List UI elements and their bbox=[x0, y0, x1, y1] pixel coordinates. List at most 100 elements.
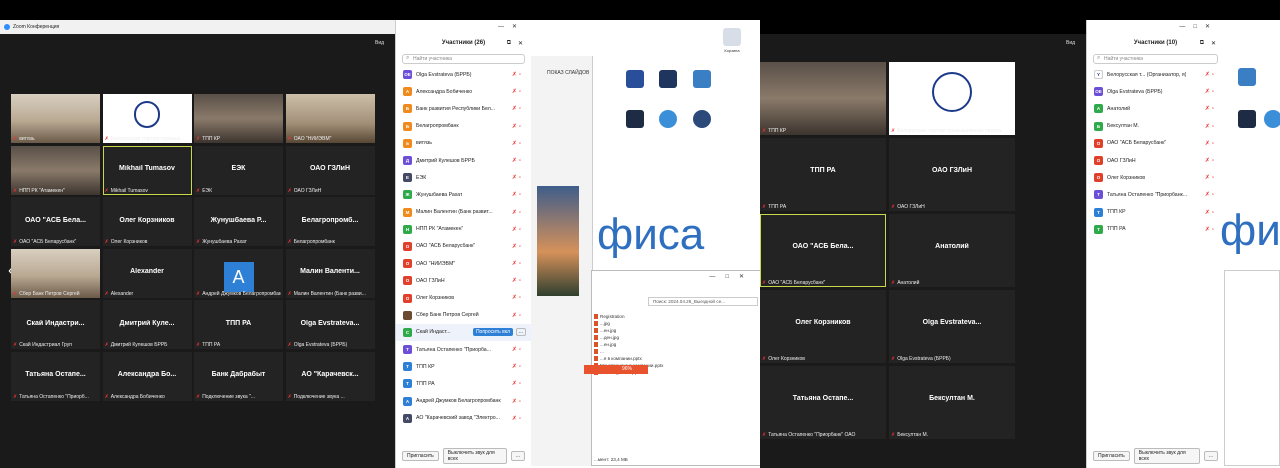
invite-button[interactable]: Пригласить bbox=[402, 451, 439, 461]
participant-row[interactable]: Сбер Банк Петров Сергей ✗▫ bbox=[396, 307, 531, 324]
participant-row[interactable]: Т ТПП РА ✗▫ bbox=[1087, 221, 1224, 238]
video-tile[interactable]: Анатолий ✗ Анатолий bbox=[889, 214, 1015, 287]
participant-row[interactable]: Y Белорусская т... (Организатор, я) ✗▫ bbox=[1087, 66, 1224, 83]
participant-row[interactable]: О ОАО ГЗЛиН ✗▫ bbox=[396, 272, 531, 289]
close-icon-right[interactable]: ✕ bbox=[1211, 40, 1216, 47]
desktop-icon-far-3[interactable] bbox=[1264, 110, 1280, 128]
connection-icon[interactable] bbox=[693, 70, 711, 88]
video-tile[interactable]: ✗ Белорусская торгово-промышленная палата bbox=[889, 62, 1015, 135]
recycle-bin-icon[interactable] bbox=[723, 28, 741, 46]
muted-mic-camera-icon[interactable]: ✗▫ bbox=[512, 191, 523, 198]
participant-row[interactable]: OE Olga Evstrateva (БРРБ) ✗▫ bbox=[396, 66, 531, 83]
video-tile[interactable]: Mikhail Tumasov ✗ Mikhail Tumasov bbox=[102, 145, 192, 195]
video-tile[interactable]: Alexander ✗ Alexander bbox=[102, 248, 192, 298]
more-button-right[interactable]: ... bbox=[1203, 451, 1218, 461]
muted-mic-camera-icon[interactable]: ✗▫ bbox=[512, 174, 523, 181]
muted-mic-camera-icon[interactable]: ✗▫ bbox=[1205, 71, 1216, 78]
muted-mic-camera-icon[interactable]: ✗▫ bbox=[512, 140, 523, 147]
video-tile[interactable]: ✗ Белорусская торгово-промыш... bbox=[102, 94, 192, 143]
participant-row[interactable]: О ОАО "НИИЭВМ" ✗▫ bbox=[396, 255, 531, 272]
muted-mic-camera-icon[interactable]: ✗▫ bbox=[512, 226, 523, 233]
view-button[interactable]: Вид bbox=[375, 40, 384, 46]
participant-more-button[interactable]: ... bbox=[515, 327, 526, 336]
muted-mic-camera-icon[interactable]: ✗▫ bbox=[512, 123, 523, 130]
video-tile[interactable]: ✗ НПП РК "Атамекен" bbox=[11, 145, 100, 195]
video-tile[interactable]: ✗ ТПП КР bbox=[760, 62, 886, 135]
desktop-icon-far-1[interactable] bbox=[1238, 68, 1256, 86]
participant-row[interactable]: Д Дмитрий Кулешов БРРБ ✗▫ bbox=[396, 152, 531, 169]
ask-unmute-button[interactable]: Попросить вкл bbox=[472, 327, 513, 336]
video-tile[interactable]: Olga Evstrateva... ✗ Olga Evstrateva (БРРБ… bbox=[889, 290, 1015, 363]
participant-row[interactable]: OE Olga Evstrateva (БРРБ) ✗▫ bbox=[1087, 83, 1224, 100]
participant-row[interactable]: Е ЕЭК ✗▫ bbox=[396, 169, 531, 186]
participant-row[interactable]: А Андрей Джумков Белагропромбанк ✗▫ bbox=[396, 393, 531, 410]
muted-mic-camera-icon[interactable]: ✗▫ bbox=[1205, 88, 1216, 95]
close-icon[interactable]: ✕ bbox=[518, 40, 523, 47]
video-tile[interactable]: A ✗ Андрей Джумков Белагропромбанк bbox=[194, 248, 283, 298]
video-tile[interactable]: ✗ ОАО "НИИЭВМ" bbox=[285, 94, 375, 143]
participant-row[interactable]: Т Татьяна Остапенко "Приорбанк... ✗▫ bbox=[1087, 186, 1224, 203]
video-tile[interactable]: ОАО "АСБ Бела... ✗ ОАО "АСБ Беларусбанк" bbox=[11, 197, 100, 246]
participant-row[interactable]: О Олег Корзников ✗▫ bbox=[396, 289, 531, 306]
video-tile[interactable]: ✗ Сбер Банк Петров Сергей bbox=[11, 248, 100, 298]
video-tile[interactable]: Жунушбаева Р... ✗ Жунушбаева Рахат bbox=[194, 197, 283, 246]
muted-mic-camera-icon[interactable]: ✗▫ bbox=[512, 71, 523, 78]
participant-row[interactable]: Т ТПП КР ✗▫ bbox=[1087, 204, 1224, 221]
mute-all-button[interactable]: Выключить звук для всех bbox=[442, 448, 507, 464]
slide-thumbnail[interactable] bbox=[537, 186, 579, 296]
muted-mic-camera-icon[interactable]: ✗▫ bbox=[1205, 157, 1216, 164]
video-tile[interactable]: Олег Корзников ✗ Олег Корзников bbox=[102, 197, 192, 246]
participant-row[interactable]: Н НПП РК "Атамекен" ✗▫ bbox=[396, 221, 531, 238]
video-tile[interactable]: Дмитрий Куле... ✗ Дмитрий Кулешов БРРБ bbox=[102, 300, 192, 349]
participant-row[interactable]: С Скай Индаст... Попросить вкл... bbox=[396, 323, 531, 341]
participant-row[interactable]: О ОАО "АСБ Беларусбанк" ✗▫ bbox=[1087, 135, 1224, 152]
video-tile[interactable]: ЕЭК ✗ ЕЭК bbox=[194, 145, 283, 195]
muted-mic-camera-icon[interactable]: ✗▫ bbox=[512, 157, 523, 164]
video-tile[interactable]: ОАО ГЗЛиН ✗ ОАО ГЗЛиН bbox=[285, 145, 375, 195]
keepass-icon[interactable] bbox=[693, 110, 711, 128]
video-tile[interactable]: ОАО ГЗЛиН ✗ ОАО ГЗЛиН bbox=[889, 138, 1015, 211]
video-tile[interactable]: Малин Валенти... ✗ Малин Валентин (Банк ра… bbox=[285, 248, 375, 298]
muted-mic-camera-icon[interactable]: ✗▫ bbox=[1205, 191, 1216, 198]
video-tile[interactable]: Банк Дабрабыт ✗ Подключение звука "... bbox=[194, 351, 283, 401]
muted-mic-camera-icon[interactable]: ✗▫ bbox=[1205, 174, 1216, 181]
muted-mic-camera-icon[interactable]: ✗▫ bbox=[512, 380, 523, 387]
muted-mic-camera-icon[interactable]: ✗▫ bbox=[512, 88, 523, 95]
muted-mic-camera-icon[interactable]: ✗▫ bbox=[512, 346, 523, 353]
video-tile[interactable]: Олег Корзников ✗ Олег Корзников bbox=[760, 290, 886, 363]
file-row[interactable]: ...jpg bbox=[594, 320, 714, 327]
popout-icon[interactable]: ⧉ bbox=[507, 40, 511, 47]
video-tile[interactable]: ОАО "АСБ Бела... ✗ ОАО "АСБ Беларусбанк" bbox=[760, 214, 886, 287]
participants-search-right[interactable]: Найти участника bbox=[1093, 54, 1218, 64]
file-row[interactable]: ...я в компании.pptx bbox=[594, 355, 714, 362]
view-button-right[interactable]: Вид bbox=[1066, 40, 1075, 46]
video-tile[interactable]: Olga Evstrateva... ✗ Olga Evstrateva (БРРБ… bbox=[285, 300, 375, 349]
winscp-icon[interactable] bbox=[626, 70, 644, 88]
participant-row[interactable]: О ОАО ГЗЛиН ✗▫ bbox=[1087, 152, 1224, 169]
video-tile[interactable]: ✗ витязь bbox=[11, 94, 100, 143]
participant-row[interactable]: О Олег Корзников ✗▫ bbox=[1087, 169, 1224, 186]
muted-mic-camera-icon[interactable]: ✗▫ bbox=[512, 209, 523, 216]
muted-mic-camera-icon[interactable]: ✗▫ bbox=[1205, 105, 1216, 112]
slide-menu-tab[interactable]: ПОКАЗ СЛАЙДОВ bbox=[531, 56, 592, 76]
muted-mic-camera-icon[interactable]: ✗▫ bbox=[512, 243, 523, 250]
participant-row[interactable]: А АО "Карачевский завод "Электро... ✗▫ bbox=[396, 410, 531, 427]
putty-icon[interactable] bbox=[659, 70, 677, 88]
file-row[interactable]: ...ен.jpg bbox=[594, 327, 714, 334]
muted-mic-camera-icon[interactable]: ✗▫ bbox=[512, 363, 523, 370]
video-tile[interactable]: ТПП РА ✗ ТПП РА bbox=[194, 300, 283, 349]
muted-mic-camera-icon[interactable]: ✗▫ bbox=[512, 277, 523, 284]
muted-mic-camera-icon[interactable]: ✗▫ bbox=[512, 415, 523, 422]
file-row[interactable]: ...ен.jpg bbox=[594, 341, 714, 348]
participant-row[interactable]: М Малин Валентин (Банк развит... ✗▫ bbox=[396, 204, 531, 221]
video-tile[interactable]: Белагропромб... ✗ Белагропромбанк bbox=[285, 197, 375, 246]
muted-mic-camera-icon[interactable]: ✗▫ bbox=[1205, 123, 1216, 130]
muted-mic-camera-icon[interactable]: ✗▫ bbox=[1205, 209, 1216, 216]
participant-row[interactable]: Т Татьяна Остапенко "Приорба... ✗▫ bbox=[396, 341, 531, 358]
muted-mic-camera-icon[interactable]: ✗▫ bbox=[1205, 140, 1216, 147]
video-tile[interactable]: Александра Бо... ✗ Александра Бобиченко bbox=[102, 351, 192, 401]
muted-mic-camera-icon[interactable]: ✗▫ bbox=[512, 398, 523, 405]
video-tile[interactable]: ТПП РА ✗ ТПП РА bbox=[760, 138, 886, 211]
muted-mic-camera-icon[interactable]: ✗▫ bbox=[512, 260, 523, 267]
participant-row[interactable]: Т ТПП РА ✗▫ bbox=[396, 375, 531, 392]
